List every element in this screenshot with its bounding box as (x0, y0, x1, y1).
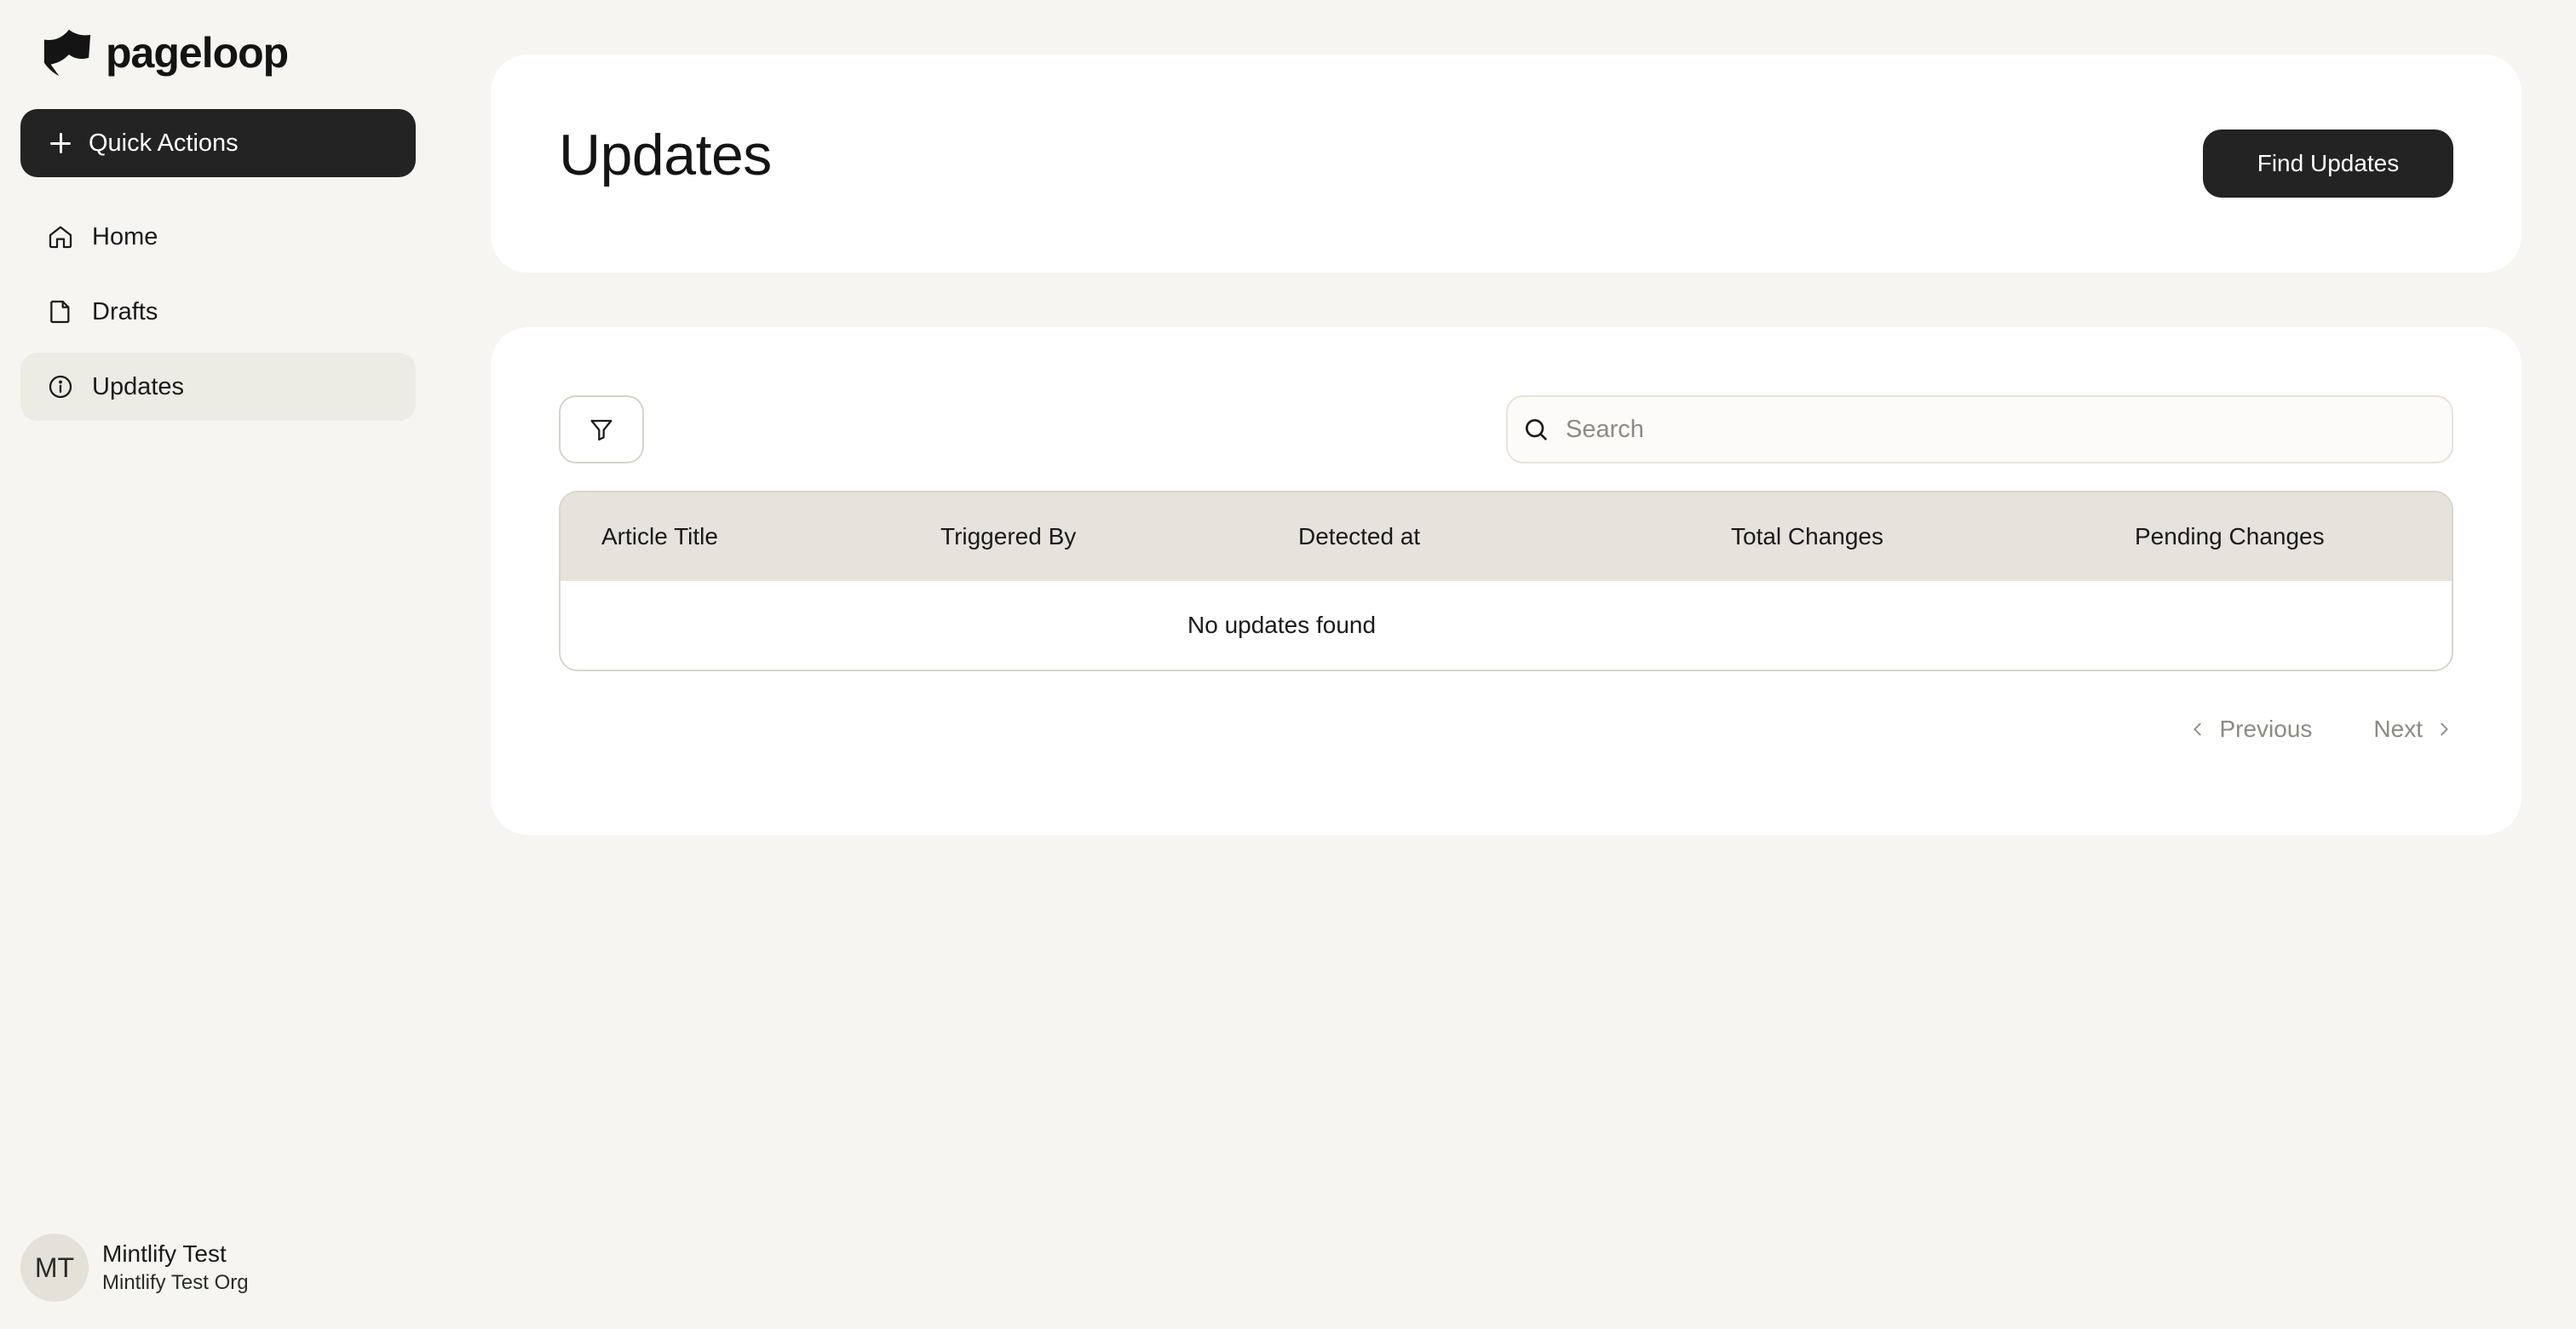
next-label: Next (2373, 716, 2423, 742)
brand-logo[interactable]: pageloop (41, 26, 289, 80)
updates-table: Article Title Triggered By Detected at T… (559, 491, 2453, 671)
quick-actions-label: Quick Actions (89, 129, 239, 157)
column-header-triggered-by[interactable]: Triggered By (940, 492, 1076, 581)
page-title: Updates (559, 123, 772, 187)
sidebar-item-label: Home (92, 222, 158, 250)
column-header-pending-changes[interactable]: Pending Changes (2135, 492, 2325, 581)
column-header-total-changes[interactable]: Total Changes (1731, 492, 1883, 581)
user-profile[interactable]: MT Mintlify Test Mintlify Test Org (20, 1234, 249, 1302)
previous-page-button[interactable]: Previous (2188, 716, 2312, 743)
user-name: Mintlify Test (102, 1240, 227, 1267)
sidebar: pageloop Quick Actions Home Drafts Updat… (0, 0, 443, 1329)
find-updates-button[interactable]: Find Updates (2203, 129, 2453, 198)
updates-table-card: Article Title Triggered By Detected at T… (491, 327, 2521, 835)
chevron-right-icon (2441, 722, 2448, 736)
sidebar-item-label: Updates (92, 372, 185, 400)
column-header-detected-at[interactable]: Detected at (1298, 492, 1420, 581)
empty-state-message: No updates found (1187, 612, 1377, 638)
previous-label: Previous (2219, 716, 2313, 742)
sidebar-item-updates[interactable]: Updates (20, 353, 416, 421)
column-header-article-title[interactable]: Article Title (601, 492, 718, 581)
plus-icon (49, 132, 72, 154)
quick-actions-button[interactable]: Quick Actions (20, 109, 416, 177)
filter-button[interactable] (559, 395, 644, 463)
avatar: MT (20, 1234, 89, 1302)
sidebar-item-drafts[interactable]: Drafts (20, 278, 416, 346)
user-info: Mintlify Test Mintlify Test Org (102, 1240, 249, 1295)
file-icon (46, 297, 75, 326)
sidebar-item-home[interactable]: Home (20, 203, 416, 271)
pageloop-logo-icon (43, 29, 91, 77)
page-header-card: Updates Find Updates (491, 55, 2521, 273)
filter-icon (590, 419, 612, 441)
brand-name: pageloop (106, 29, 289, 77)
user-org: Mintlify Test Org (102, 1271, 249, 1294)
pagination: Previous Next (2188, 702, 2453, 757)
next-page-button[interactable]: Next (2373, 716, 2453, 743)
search-box[interactable] (1506, 395, 2453, 463)
sidebar-item-label: Drafts (92, 297, 158, 325)
home-icon (46, 222, 75, 251)
search-icon (1521, 415, 1550, 444)
search-input[interactable] (1564, 414, 2419, 445)
chevron-left-icon (2194, 722, 2202, 736)
table-header: Article Title Triggered By Detected at T… (561, 492, 2452, 581)
info-circle-icon (46, 372, 75, 401)
